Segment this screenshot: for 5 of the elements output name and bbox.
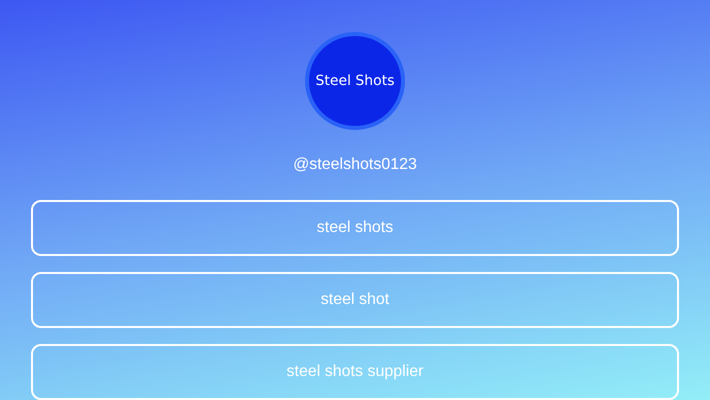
link-button[interactable]: steel shot bbox=[31, 272, 679, 328]
link-button[interactable]: steel shots supplier bbox=[31, 344, 679, 400]
profile-avatar: Steel Shots bbox=[305, 32, 405, 130]
link-button[interactable]: steel shots bbox=[31, 200, 679, 256]
profile-handle: @steelshots0123 bbox=[293, 156, 417, 174]
